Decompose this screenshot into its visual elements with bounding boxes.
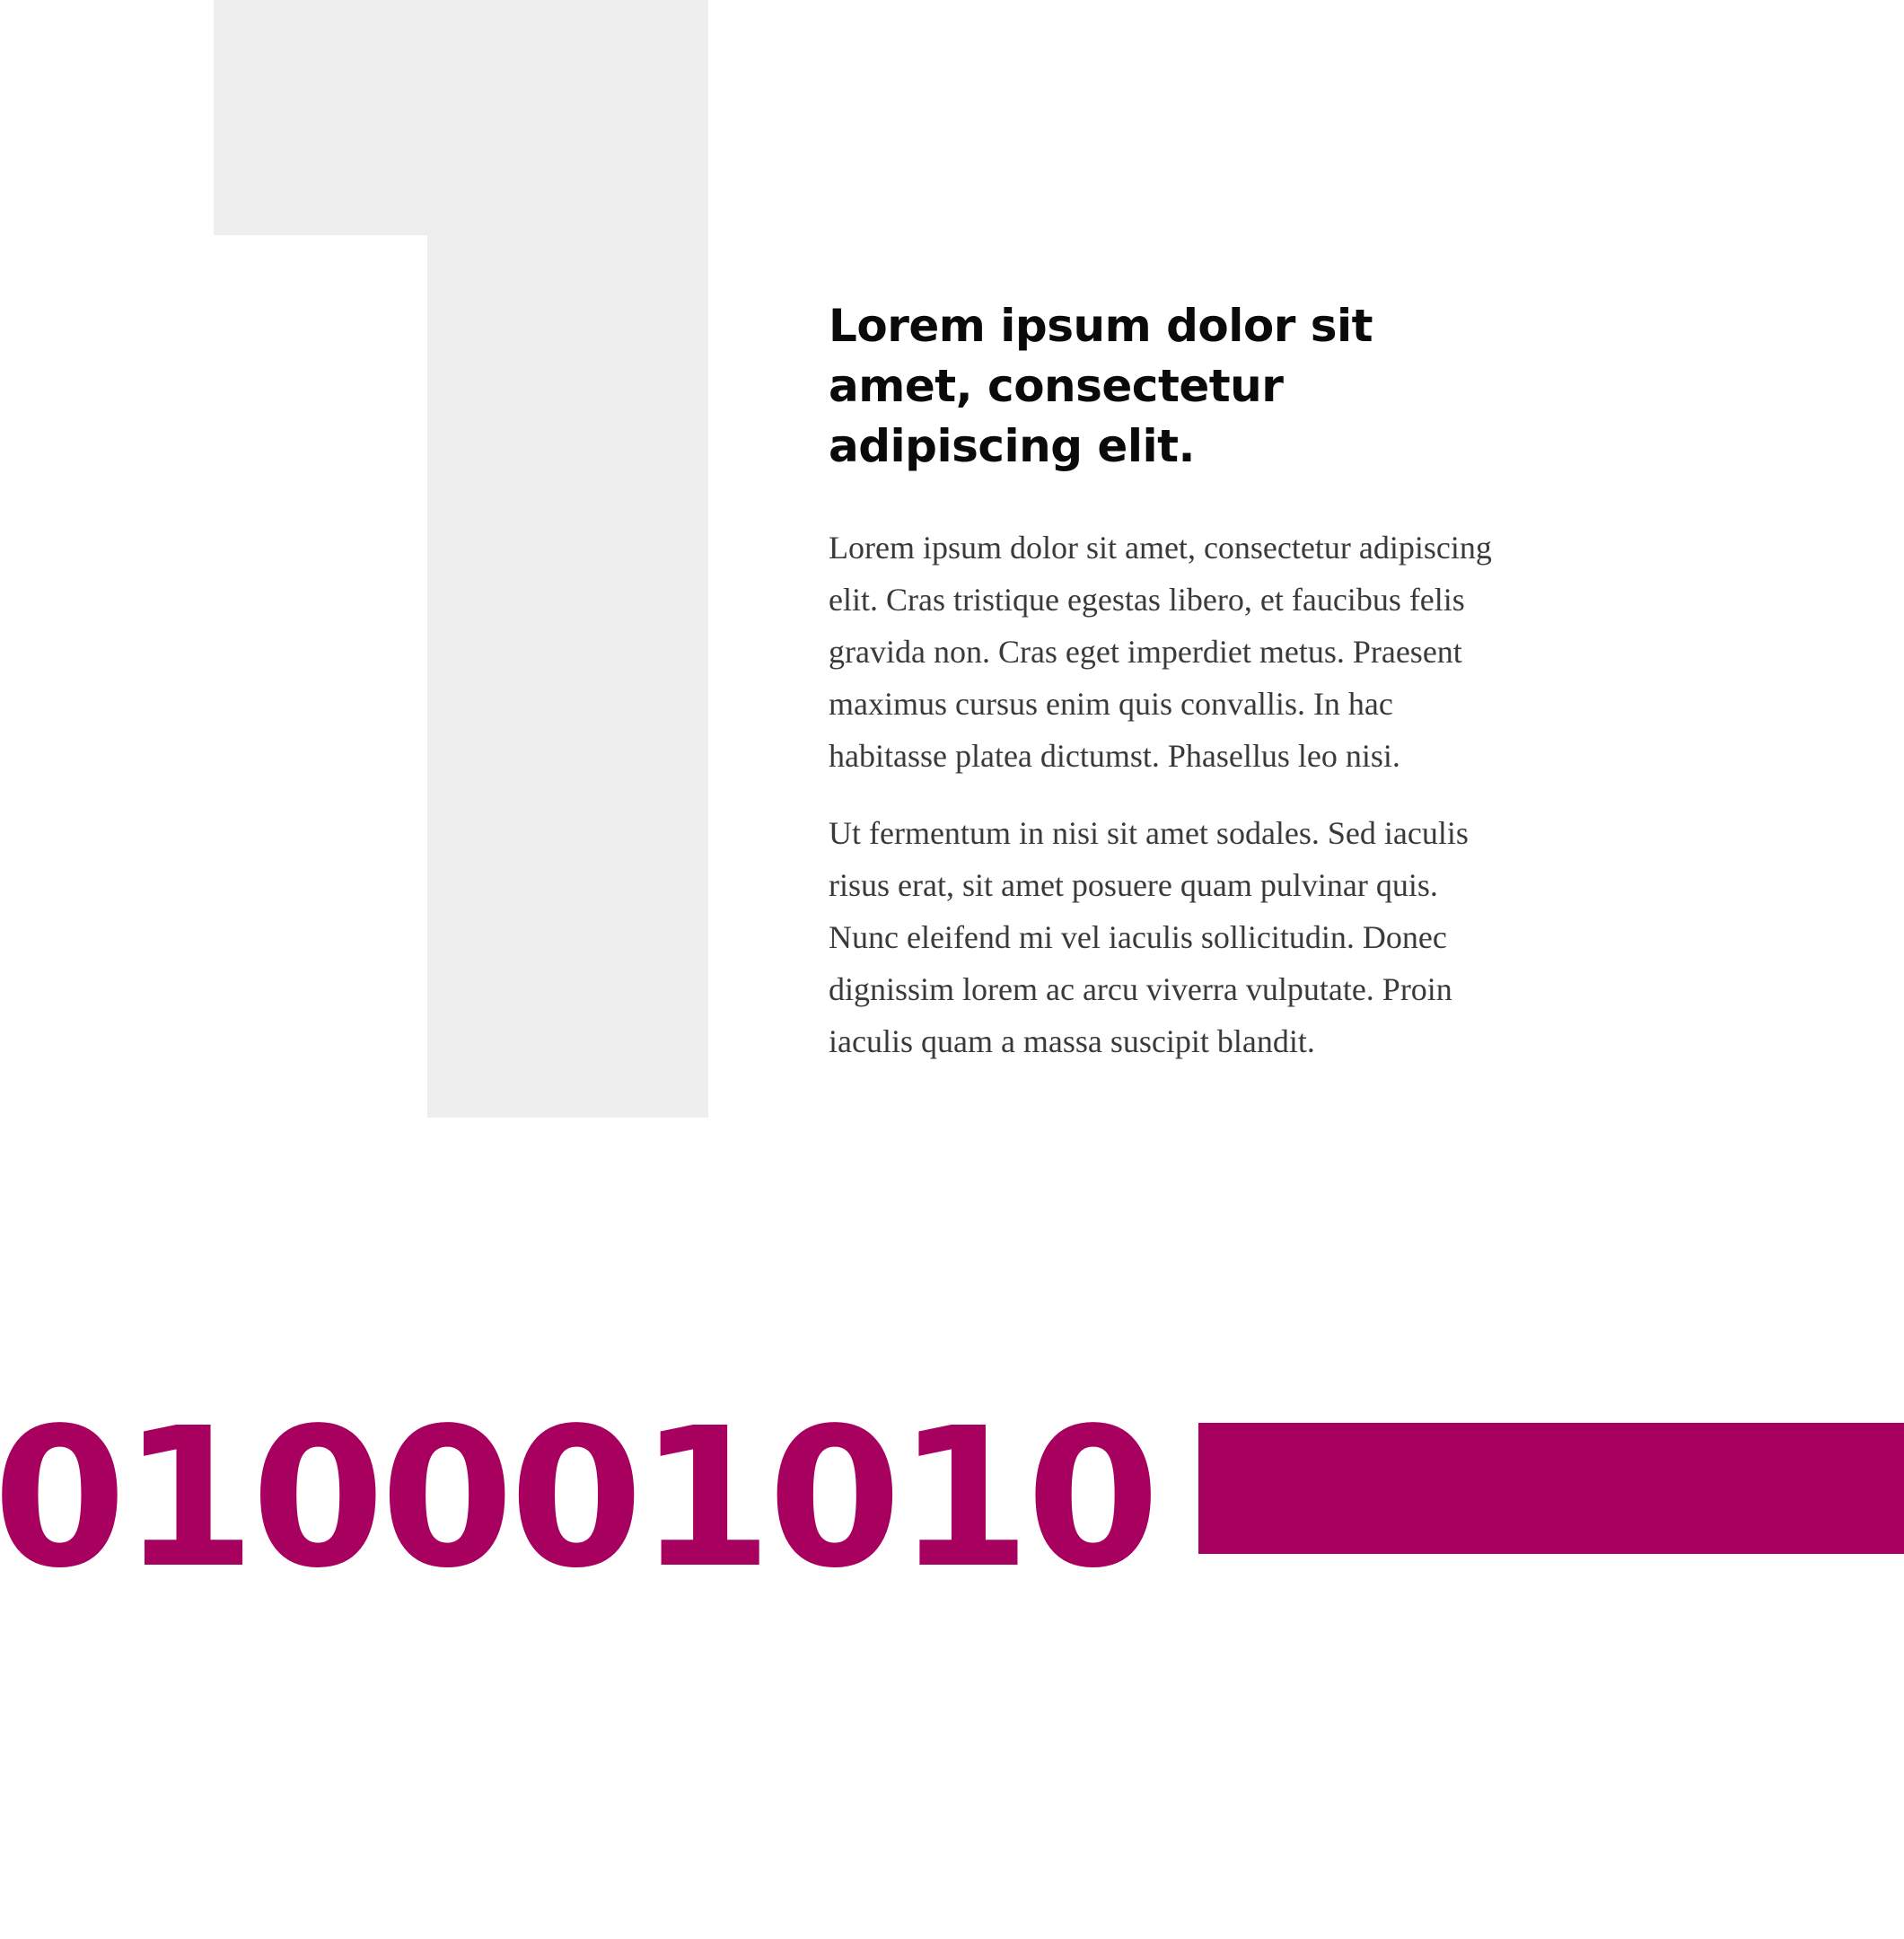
article-paragraph-2: Ut fermentum in nisi sit amet sodales. S… xyxy=(829,815,1469,1059)
binary-number-graphic: 010001010 xyxy=(0,1387,1160,1610)
article-headline: Lorem ipsum dolor sit amet, consectetur … xyxy=(829,300,1373,472)
decorative-numeral-one-stem xyxy=(427,0,708,1118)
accent-bar xyxy=(1198,1423,1904,1554)
article-paragraph-1: Lorem ipsum dolor sit amet, consectetur … xyxy=(829,530,1492,774)
article-section: Lorem ipsum dolor sit amet, consectetur … xyxy=(829,296,1493,1067)
